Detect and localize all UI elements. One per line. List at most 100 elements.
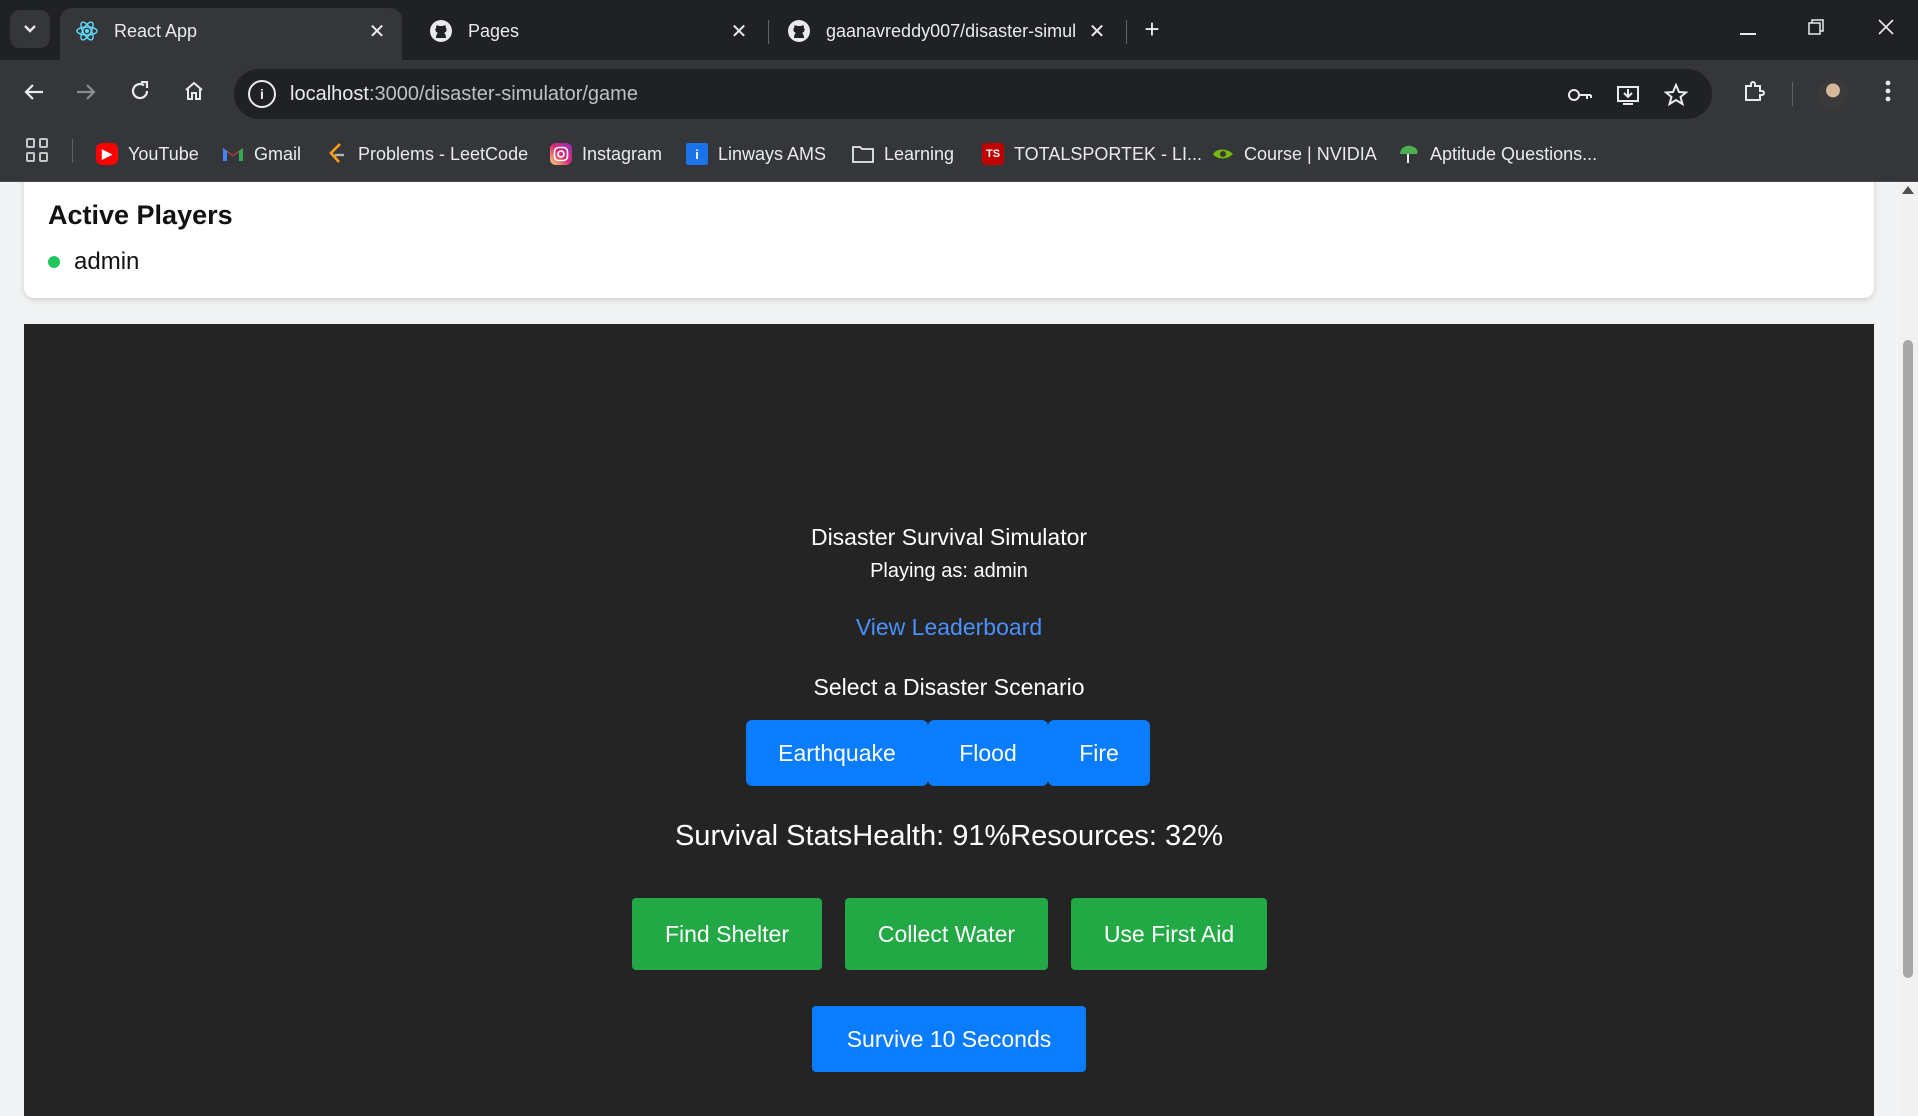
scenario-button-group: Earthquake Flood Fire (746, 720, 1150, 786)
instagram-icon (550, 143, 572, 165)
game-title: Disaster Survival Simulator (810, 524, 1088, 550)
url-path: :3000/disaster-simulator/game (368, 83, 638, 105)
bookmark-label: Course | NVIDIA (1244, 143, 1377, 164)
page-scrollbar[interactable] (1898, 182, 1918, 1116)
bookmark-label: Linways AMS (718, 143, 827, 164)
tab-strip: React App ✕ Pages ✕ gaanavreddy007/disas… (0, 0, 1918, 60)
close-icon[interactable]: ✕ (728, 19, 750, 44)
kebab-menu-icon (1885, 80, 1891, 108)
tab-title: gaanavreddy007/disaster-simul (826, 20, 1077, 41)
tab-react-app[interactable]: React App ✕ (60, 8, 402, 60)
plus-icon: + (1144, 13, 1160, 44)
survival-stats: Survival StatsHealth: 91%Resources: 32% (674, 820, 1224, 852)
restore-button[interactable] (1788, 8, 1844, 50)
bookmark-label: Learning (884, 143, 955, 164)
bookmark-aptitude[interactable]: Aptitude Questions... (1398, 140, 1597, 168)
chevron-down-icon (23, 21, 37, 37)
apps-grid-icon[interactable] (26, 138, 50, 162)
close-icon[interactable]: ✕ (366, 19, 388, 44)
close-icon (1877, 18, 1895, 41)
reload-icon (130, 80, 150, 107)
leaderboard-link-label: View Leaderboard (855, 614, 1043, 640)
url-host: localhost (290, 83, 369, 105)
install-app-icon[interactable] (1614, 81, 1642, 109)
forward-button[interactable] (66, 74, 106, 114)
profile-avatar[interactable] (1818, 79, 1848, 109)
browser-chrome: React App ✕ Pages ✕ gaanavreddy007/disas… (0, 0, 1918, 182)
bookmark-instagram[interactable]: Instagram (550, 140, 662, 168)
close-window-button[interactable] (1858, 8, 1914, 50)
aptitude-icon (1398, 143, 1420, 165)
action-button-group: Find Shelter Collect Water Use First Aid (632, 898, 1267, 970)
earthquake-button[interactable]: Earthquake (746, 720, 928, 786)
minimize-button[interactable] (1720, 8, 1776, 50)
close-icon[interactable]: ✕ (1086, 19, 1108, 44)
minimize-icon (1740, 19, 1756, 40)
bookmark-leetcode[interactable]: Problems - LeetCode (326, 140, 528, 168)
bookmarks-divider (72, 139, 73, 163)
bookmark-linways[interactable]: i Linways AMS (686, 140, 826, 168)
gmail-icon (222, 143, 244, 165)
browser-toolbar: i localhost:3000/disaster-simulator/game (0, 60, 1918, 128)
reload-button[interactable] (120, 74, 160, 114)
tab-pages[interactable]: Pages ✕ (414, 8, 764, 60)
bookmark-totalsportek[interactable]: TS TOTALSPORTEK - LI... (982, 140, 1202, 168)
password-key-icon[interactable] (1566, 81, 1594, 109)
fire-button[interactable]: Fire (1048, 720, 1150, 786)
extensions-button[interactable] (1734, 74, 1774, 114)
tab-divider (768, 20, 769, 44)
bookmark-label: Aptitude Questions... (1430, 143, 1598, 164)
github-icon (428, 18, 454, 44)
site-info-icon[interactable]: i (248, 80, 276, 108)
bookmark-nvidia[interactable]: Course | NVIDIA (1212, 140, 1377, 168)
back-button[interactable] (14, 74, 54, 114)
bookmark-folder-learning[interactable]: Learning (852, 140, 954, 168)
url-text[interactable]: localhost:3000/disaster-simulator/game (290, 83, 638, 106)
collect-water-button[interactable]: Collect Water (845, 898, 1048, 970)
arrow-left-icon (24, 81, 44, 107)
home-button[interactable] (174, 74, 214, 114)
scrollbar-thumb[interactable] (1903, 340, 1913, 978)
toolbar-divider (1792, 82, 1793, 106)
tab-title: Pages (468, 20, 520, 41)
arrow-right-icon (76, 81, 96, 107)
youtube-icon: ▶ (96, 143, 118, 165)
tab-github-repo[interactable]: gaanavreddy007/disaster-simul ✕ (772, 8, 1122, 60)
new-tab-button[interactable]: + (1136, 12, 1168, 46)
bookmark-label: Gmail (254, 143, 302, 164)
restore-icon (1808, 18, 1824, 40)
leetcode-icon (326, 143, 348, 165)
tab-title: React App (114, 20, 198, 41)
tab-search-button[interactable] (10, 10, 50, 48)
flood-button[interactable]: Flood (928, 720, 1048, 786)
scenario-select-label: Select a Disaster Scenario (813, 674, 1085, 700)
game-panel: Disaster Survival Simulator Playing as: … (24, 324, 1874, 1116)
view-leaderboard-link[interactable]: View Leaderboard (24, 614, 1874, 641)
bookmark-star-icon[interactable] (1662, 81, 1690, 109)
playing-as-text: Playing as: admin (870, 560, 1028, 582)
page-viewport: Active Players admin Disaster Survival S… (0, 182, 1898, 1116)
bookmark-label: TOTALSPORTEK - LI... (1014, 143, 1203, 164)
github-icon (786, 18, 812, 44)
folder-icon (852, 143, 874, 165)
bookmark-label: YouTube (128, 143, 199, 164)
tab-divider (1126, 20, 1127, 44)
bookmark-youtube[interactable]: ▶ YouTube (96, 140, 199, 168)
player-name: admin (74, 248, 140, 275)
bookmark-gmail[interactable]: Gmail (222, 140, 301, 168)
scroll-up-arrow-icon[interactable] (1902, 186, 1914, 194)
linways-icon: i (686, 143, 708, 165)
active-players-title: Active Players (48, 200, 233, 230)
use-first-aid-button[interactable]: Use First Aid (1071, 898, 1267, 970)
online-status-dot (48, 256, 60, 268)
player-list-item: admin (48, 248, 139, 276)
survive-10-seconds-button[interactable]: Survive 10 Seconds (812, 1006, 1086, 1072)
menu-button[interactable] (1868, 74, 1908, 114)
puzzle-icon (1743, 80, 1765, 108)
bookmark-label: Instagram (582, 143, 663, 164)
active-players-card: Active Players admin (24, 182, 1874, 298)
home-icon (184, 81, 204, 107)
nvidia-icon (1212, 143, 1234, 165)
find-shelter-button[interactable]: Find Shelter (632, 898, 822, 970)
address-bar[interactable]: i localhost:3000/disaster-simulator/game (234, 69, 1712, 119)
